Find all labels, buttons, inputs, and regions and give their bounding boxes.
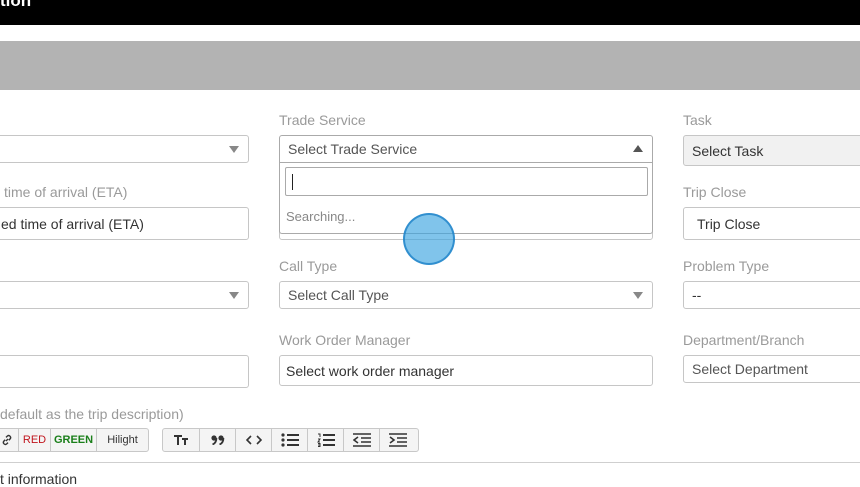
section-header-bar (0, 41, 860, 90)
left-input-field[interactable] (0, 355, 249, 388)
text-size-icon (173, 434, 189, 446)
numbered-list-icon (316, 433, 335, 447)
task-select[interactable]: Select Task (683, 135, 860, 166)
format-toolbar-colors: RED GREEN Hilight (0, 428, 149, 452)
problem-type-label: Problem Type (683, 258, 770, 274)
trip-close-value: Trip Close (697, 215, 761, 232)
link-button[interactable] (0, 429, 19, 451)
format-toolbar-blocks (162, 428, 419, 452)
editor-border (0, 462, 860, 463)
task-label: Task (683, 112, 712, 128)
left-select-field[interactable] (0, 135, 249, 163)
code-icon (245, 435, 262, 445)
quote-icon (210, 435, 225, 445)
caret-up-icon (633, 145, 643, 152)
numbered-list-button[interactable] (308, 429, 344, 451)
caret-down-icon (633, 292, 643, 299)
trade-service-dropdown: Searching... (279, 163, 653, 234)
call-type-label: Call Type (279, 258, 338, 274)
trade-service-search-input[interactable] (285, 167, 648, 196)
department-label: Department/Branch (683, 332, 805, 348)
indent-button[interactable] (380, 429, 416, 451)
eta-value: ed time of arrival (ETA) (1, 215, 144, 232)
outdent-button[interactable] (344, 429, 380, 451)
work-order-manager-label: Work Order Manager (279, 332, 411, 348)
click-indicator (403, 213, 455, 265)
text-cursor (292, 174, 293, 190)
description-label: default as the trip description) (0, 406, 184, 422)
indent-icon (389, 433, 407, 447)
green-label: GREEN (53, 434, 94, 446)
department-select[interactable]: Select Department (683, 355, 860, 383)
department-placeholder: Select Department (692, 361, 808, 377)
left-select-field-2[interactable] (0, 281, 249, 309)
bullet-list-icon (280, 433, 299, 447)
task-value: Select Task (692, 142, 764, 159)
work-order-manager-select[interactable]: Select work order manager (279, 355, 653, 386)
red-color-button[interactable]: RED (19, 429, 51, 451)
description-editor-text[interactable]: t information (0, 471, 77, 487)
bullet-list-button[interactable] (272, 429, 308, 451)
call-type-placeholder: Select Call Type (288, 287, 389, 303)
eta-label: time of arrival (ETA) (4, 184, 128, 200)
trade-service-select[interactable]: Select Trade Service (279, 135, 653, 163)
app-header: tion (0, 0, 860, 25)
trip-close-label: Trip Close (683, 184, 747, 200)
quote-button[interactable] (200, 429, 236, 451)
problem-type-select[interactable]: -- (683, 281, 860, 309)
trade-service-placeholder: Select Trade Service (288, 141, 418, 157)
trip-close-input[interactable]: Trip Close (683, 207, 860, 240)
link-icon (1, 434, 13, 446)
app-title: tion (0, 0, 32, 10)
caret-down-icon (229, 146, 239, 153)
work-order-manager-placeholder: Select work order manager (286, 362, 455, 379)
eta-input[interactable]: ed time of arrival (ETA) (0, 207, 249, 240)
searching-status: Searching... (286, 209, 356, 224)
text-size-button[interactable] (163, 429, 200, 451)
hilight-button[interactable]: Hilight (97, 429, 148, 451)
outdent-icon (352, 433, 371, 447)
hilight-label: Hilight (107, 434, 138, 446)
problem-type-value: -- (692, 287, 702, 303)
caret-down-icon (229, 292, 239, 299)
call-type-select[interactable]: Select Call Type (279, 281, 653, 309)
green-color-button[interactable]: GREEN (51, 429, 97, 451)
trade-service-label: Trade Service (279, 112, 366, 128)
code-button[interactable] (236, 429, 272, 451)
red-label: RED (22, 434, 47, 446)
